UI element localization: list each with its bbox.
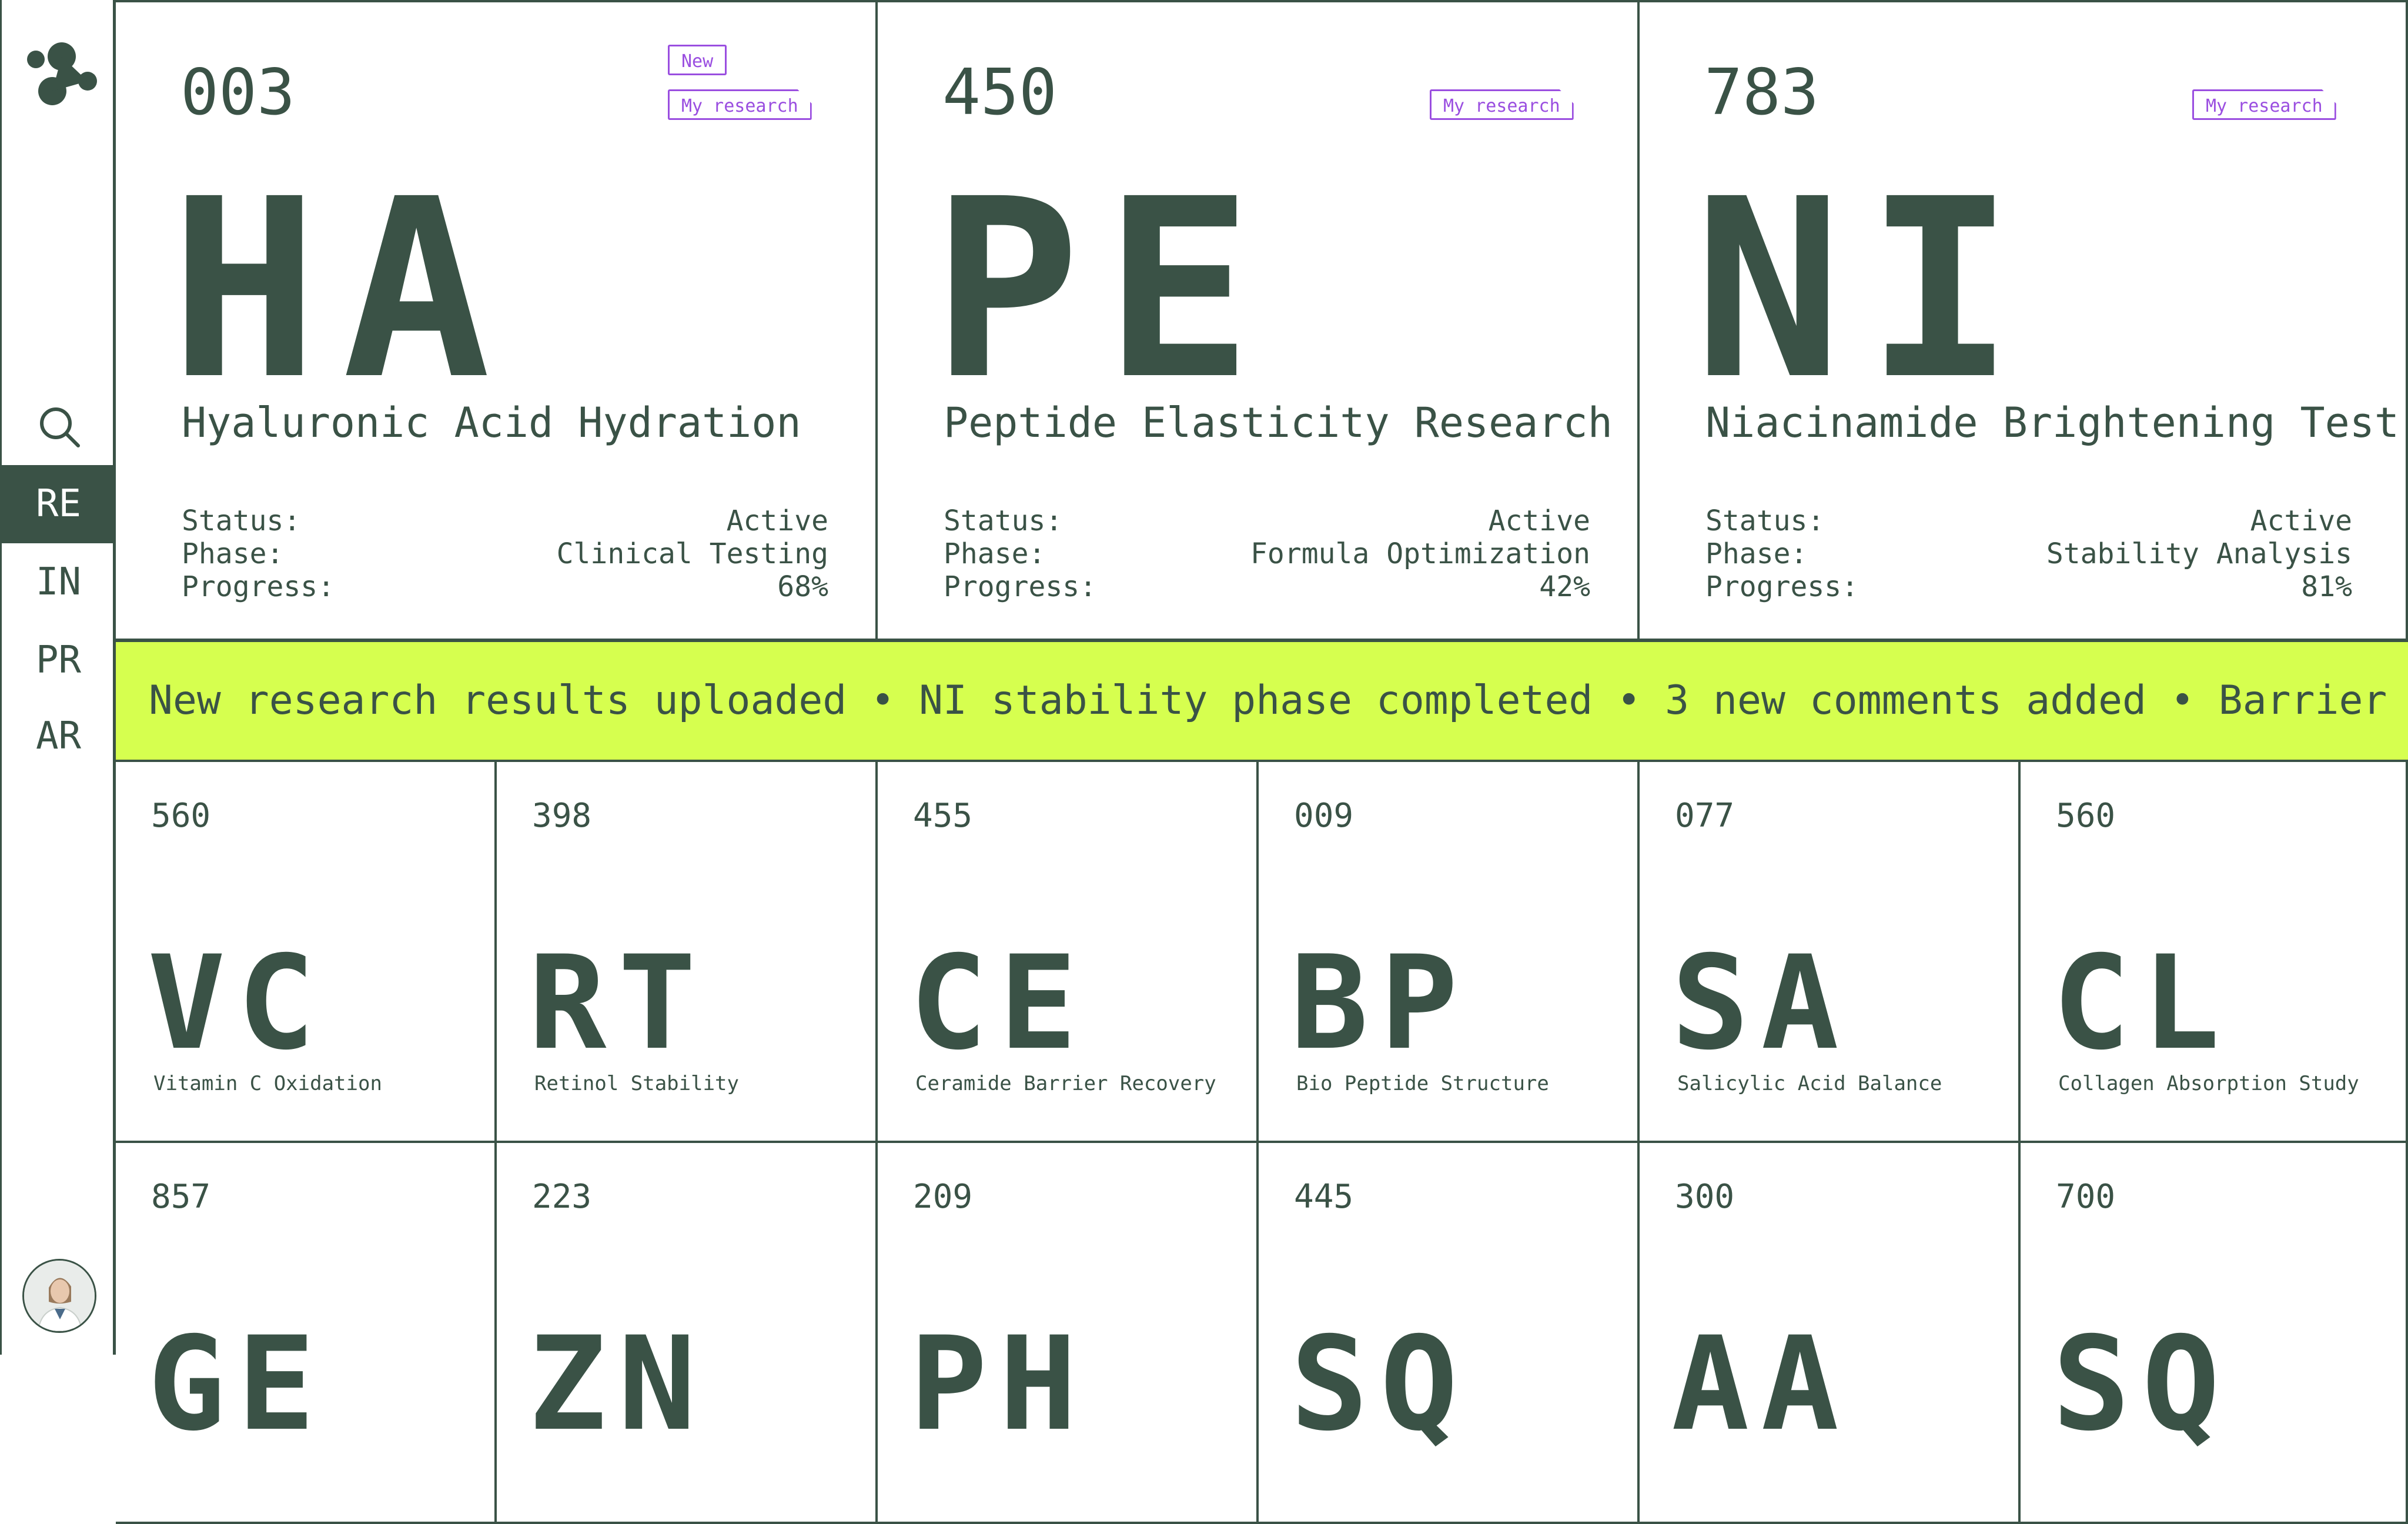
card-code: 450 <box>942 56 1058 129</box>
grid-card[interactable]: 209 PH <box>878 1143 1259 1524</box>
card-code: 003 <box>180 56 296 129</box>
phase-value: Stability Analysis <box>2046 537 2352 570</box>
logo-molecule-icon[interactable] <box>23 40 99 108</box>
my-research-tag: My research <box>2192 89 2336 120</box>
card-abbreviation: GE <box>148 1309 327 1459</box>
nav-item-ar[interactable]: AR <box>2 697 118 776</box>
search-icon[interactable] <box>37 405 82 449</box>
progress-value: 42% <box>1539 570 1590 603</box>
card-abbreviation: HA <box>170 146 514 434</box>
avatar-portrait-icon <box>24 1261 95 1331</box>
status-label: Status: <box>944 504 1063 537</box>
card-code: 455 <box>913 797 973 835</box>
grid-card[interactable]: 300 AA <box>1640 1143 2021 1524</box>
featured-card-ha[interactable]: 003 New My research HA Hyaluronic Acid H… <box>116 0 878 641</box>
nav-item-re[interactable]: RE <box>2 465 118 543</box>
card-code: 700 <box>2056 1178 2116 1216</box>
card-abbreviation: PH <box>909 1309 1089 1459</box>
ticker-text: New research results uploaded • NI stabi… <box>149 677 2408 724</box>
card-code: 783 <box>1704 56 1820 129</box>
card-title: Hyaluronic Acid Hydration <box>182 399 801 447</box>
card-abbreviation: PE <box>932 146 1276 434</box>
grid-card[interactable]: 857 GE <box>116 1143 497 1524</box>
card-title: Peptide Elasticity Research <box>944 399 1613 447</box>
grid-card[interactable]: 700 SQ <box>2021 1143 2408 1524</box>
card-abbreviation: SA <box>1671 928 1851 1078</box>
grid-card[interactable]: 009 BP Bio Peptide Structure <box>1259 762 1640 1143</box>
user-avatar[interactable] <box>22 1259 96 1333</box>
card-abbreviation: NI <box>1694 146 2038 434</box>
status-value: Active <box>726 504 828 537</box>
sidebar: RE IN PR AR <box>0 0 118 1355</box>
card-name: Vitamin C Oxidation <box>153 1072 382 1095</box>
progress-label: Progress: <box>1705 570 1859 603</box>
phase-label: Phase: <box>1705 537 1808 570</box>
status-label: Status: <box>1705 504 1825 537</box>
status-value: Active <box>1488 504 1590 537</box>
card-abbreviation: RT <box>529 928 708 1078</box>
card-code: 560 <box>2056 797 2116 835</box>
card-code: 223 <box>532 1178 592 1216</box>
card-code: 560 <box>151 797 211 835</box>
grid-card[interactable]: 445 SQ <box>1259 1143 1640 1524</box>
card-abbreviation: ZN <box>529 1309 708 1459</box>
phase-label: Phase: <box>182 537 284 570</box>
card-abbreviation: VC <box>148 928 327 1078</box>
card-code: 009 <box>1294 797 1354 835</box>
card-abbreviation: SQ <box>2052 1309 2232 1459</box>
card-code: 300 <box>1675 1178 1735 1216</box>
featured-card-ni[interactable]: 783 My research NI Niacinamide Brighteni… <box>1640 0 2408 641</box>
card-name: Bio Peptide Structure <box>1296 1072 1549 1095</box>
card-abbreviation: CL <box>2052 928 2232 1078</box>
featured-card-pe[interactable]: 450 My research PE Peptide Elasticity Re… <box>878 0 1640 641</box>
new-tag: New <box>668 45 727 75</box>
grid-card[interactable]: 560 CL Collagen Absorption Study <box>2021 762 2408 1143</box>
phase-value: Clinical Testing <box>556 537 828 570</box>
grid-card[interactable]: 455 CE Ceramide Barrier Recovery <box>878 762 1259 1143</box>
card-code: 445 <box>1294 1178 1354 1216</box>
card-name: Collagen Absorption Study <box>2058 1072 2359 1095</box>
card-name: Retinol Stability <box>534 1072 739 1095</box>
phase-label: Phase: <box>944 537 1046 570</box>
my-research-tag: My research <box>1430 89 1574 120</box>
grid-card[interactable]: 077 SA Salicylic Acid Balance <box>1640 762 2021 1143</box>
progress-label: Progress: <box>944 570 1097 603</box>
card-abbreviation: BP <box>1290 928 1470 1078</box>
progress-label: Progress: <box>182 570 335 603</box>
my-research-tag: My research <box>668 89 812 120</box>
card-abbreviation: SQ <box>1290 1309 1470 1459</box>
progress-value: 68% <box>777 570 828 603</box>
card-name: Ceramide Barrier Recovery <box>915 1072 1216 1095</box>
grid-card[interactable]: 398 RT Retinol Stability <box>497 762 878 1143</box>
status-label: Status: <box>182 504 301 537</box>
card-abbreviation: CE <box>909 928 1089 1078</box>
nav-item-in[interactable]: IN <box>2 543 118 621</box>
nav-item-pr[interactable]: PR <box>2 621 118 700</box>
card-title: Niacinamide Brightening Test <box>1705 399 2400 447</box>
status-value: Active <box>2250 504 2352 537</box>
grid-card[interactable]: 560 VC Vitamin C Oxidation <box>116 762 497 1143</box>
card-code: 398 <box>532 797 592 835</box>
card-abbreviation: AA <box>1671 1309 1851 1459</box>
card-name: Salicylic Acid Balance <box>1677 1072 1942 1095</box>
card-code: 077 <box>1675 797 1735 835</box>
card-code: 857 <box>151 1178 211 1216</box>
progress-value: 81% <box>2301 570 2352 603</box>
card-code: 209 <box>913 1178 973 1216</box>
grid-card[interactable]: 223 ZN <box>497 1143 878 1524</box>
news-ticker[interactable]: New research results uploaded • NI stabi… <box>116 640 2408 762</box>
phase-value: Formula Optimization <box>1250 537 1590 570</box>
